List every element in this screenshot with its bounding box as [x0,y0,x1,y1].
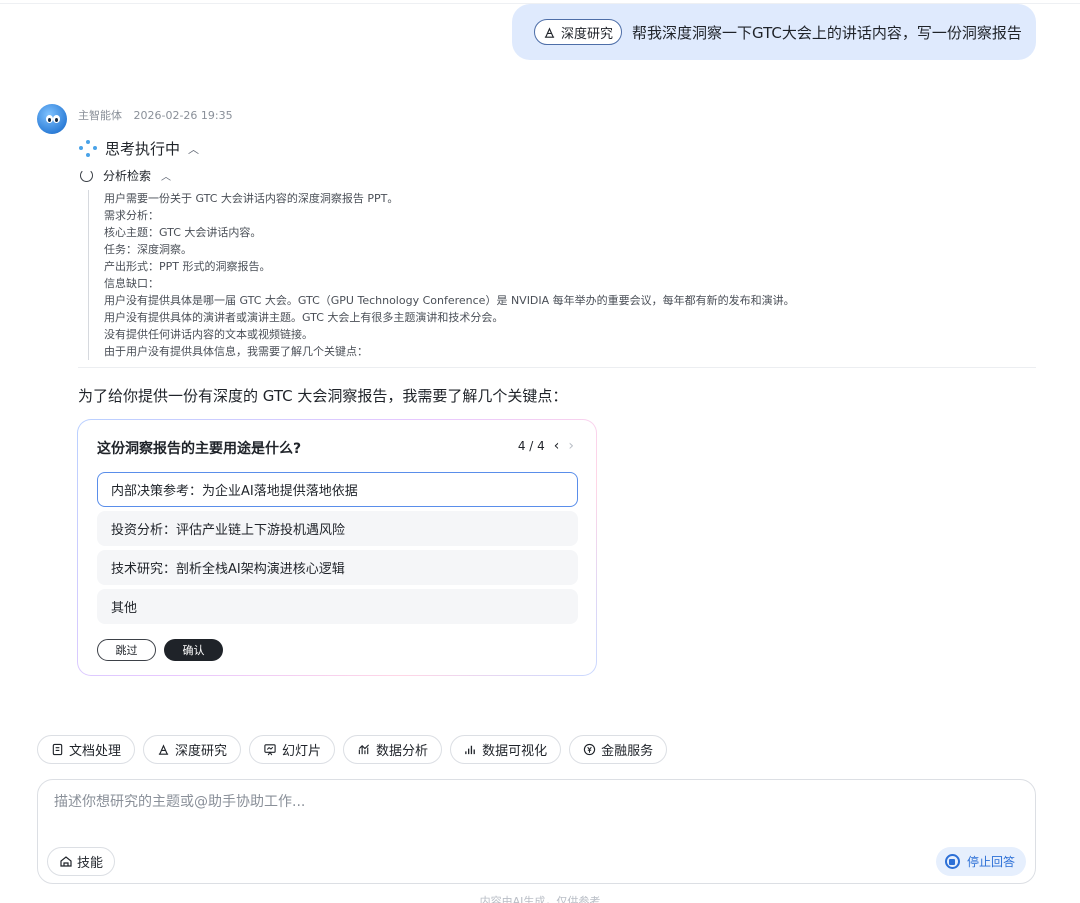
user-message-bubble: 深度研究 帮我深度洞察一下GTC大会上的讲话内容，写一份洞察报告 [512,4,1036,60]
chevron-right-icon[interactable]: › [568,438,574,454]
reasoning-line: 用户没有提供具体的演讲者或演讲主题。GTC 大会上有很多主题演讲和技术分会。 [104,311,504,324]
confirm-button[interactable]: 确认 [164,639,223,661]
reasoning-line: 由于用户没有提供具体信息，我需要了解几个关键点： [104,345,368,358]
option-item[interactable]: 内部决策参考：为企业AI落地提供落地依据 [97,472,578,507]
research-icon [158,744,169,755]
reasoning-log: 用户需要一份关于 GTC 大会讲话内容的深度洞察报告 PPT。 需求分析： 核心… [88,190,1038,360]
skip-button[interactable]: 跳过 [97,639,156,661]
skill-icon [60,855,72,867]
reasoning-line: 任务：深度洞察。 [104,243,192,256]
question-card: 这份洞察报告的主要用途是什么? 4 / 4 ‹ › 内部决策参考：为企业AI落地… [77,419,597,676]
question-pager: 4 / 4 ‹ › [518,438,574,454]
chip-data-analysis[interactable]: 数据分析 [343,735,443,764]
chip-label: 深度研究 [175,744,228,759]
ai-disclaimer: 内容由AI生成，仅供参考 [479,895,601,903]
chip-label: 文档处理 [69,744,122,759]
chip-label: 数据分析 [376,744,429,759]
reasoning-line: 用户没有提供具体是哪一届 GTC 大会。GTC（GPU Technology C… [104,294,795,307]
chip-label: 金融服务 [601,744,654,759]
chart-icon [465,745,475,755]
reasoning-line: 需求分析： [104,209,159,222]
chip-slides[interactable]: 幻灯片 [249,735,336,764]
slides-icon [264,744,276,756]
document-icon [52,743,63,756]
reasoning-line: 用户需要一份关于 GTC 大会讲话内容的深度洞察报告 PPT。 [104,192,399,205]
reasoning-line: 信息缺口： [104,277,159,290]
deep-research-tag-label: 深度研究 [561,26,614,42]
option-item[interactable]: 投资分析：评估产业链上下游投机遇风险 [97,511,578,546]
skills-button[interactable]: 技能 [47,847,116,876]
stop-icon [944,854,960,869]
section-divider [78,367,1036,368]
reasoning-line: 产出形式：PPT 形式的洞察报告。 [104,260,271,273]
option-item[interactable]: 其他 [97,589,578,624]
chevron-up-icon: ︿ [161,172,172,183]
message-timestamp: 2026-02-26 19:35 [133,109,233,122]
chip-data-visualization[interactable]: 数据可视化 [450,735,562,764]
answer-lead-text: 为了给你提供一份有深度的 GTC 大会洞察报告，我需要了解几个关键点： [78,387,568,405]
composer: 技能 停止回答 [37,779,1036,884]
chip-label: 数据可视化 [482,744,548,759]
question-title: 这份洞察报告的主要用途是什么? [97,441,302,457]
analysis-step-label: 分析检索 [103,169,152,183]
prompt-input[interactable] [54,794,954,810]
chip-label: 幻灯片 [282,744,322,759]
thinking-dots-icon [78,139,98,159]
reasoning-line: 没有提供任何讲话内容的文本或视频链接。 [104,328,313,341]
thinking-toggle[interactable]: 思考执行中 ︿ [78,138,199,159]
agent-meta: 主智能体 2026-02-26 19:35 [78,107,233,123]
stop-answer-button[interactable]: 停止回答 [935,847,1026,876]
analysis-icon [358,744,370,755]
option-item[interactable]: 技术研究：剖析全栈AI架构演进核心逻辑 [97,550,578,585]
stop-answer-label: 停止回答 [966,855,1015,869]
chevron-left-icon[interactable]: ‹ [554,438,560,454]
loading-spinner-icon [80,169,93,182]
analysis-step-toggle[interactable]: 分析检索 ︿ [80,167,171,184]
deep-research-tag[interactable]: 深度研究 [534,19,623,45]
chevron-up-icon: ︿ [188,142,200,156]
chip-deep-research[interactable]: 深度研究 [143,735,242,764]
chip-financial-services[interactable]: 金融服务 [569,735,668,764]
pager-count: 4 / 4 [517,439,545,453]
research-icon [544,26,555,38]
chip-document-processing[interactable]: 文档处理 [37,735,136,764]
agent-name: 主智能体 [78,109,122,122]
thinking-label: 思考执行中 [105,140,181,158]
tool-chip-bar: 文档处理 深度研究 幻灯片 数据分析 数据可视化 金融服务 [37,735,675,764]
user-message-text: 帮我深度洞察一下GTC大会上的讲话内容，写一份洞察报告 [632,23,1022,42]
reasoning-line: 核心主题：GTC 大会讲话内容。 [104,226,262,239]
skills-label: 技能 [77,856,104,871]
agent-avatar [37,104,67,134]
finance-icon [583,743,596,756]
